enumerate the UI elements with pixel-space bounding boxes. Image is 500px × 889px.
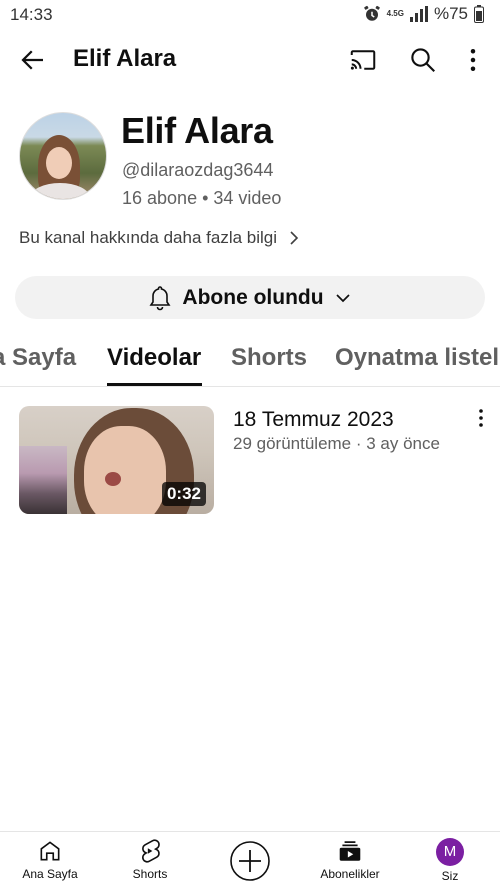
signal-icon xyxy=(409,6,428,22)
channel-stats: 16 abone • 34 video xyxy=(122,188,282,208)
battery-icon xyxy=(474,5,484,23)
nav-create[interactable] xyxy=(205,840,295,882)
user-avatar: M xyxy=(436,838,464,866)
home-icon xyxy=(40,841,60,861)
video-meta: 29 görüntüleme · 3 ay önce xyxy=(233,434,440,453)
chevron-right-icon xyxy=(290,231,299,245)
nav-home-label: Ana Sayfa xyxy=(22,867,78,881)
about-channel-link[interactable]: Bu kanal hakkında daha fazla bilgi xyxy=(19,228,301,248)
nav-subscriptions[interactable]: Abonelikler xyxy=(305,838,395,881)
about-channel-label: Bu kanal hakkında daha fazla bilgi xyxy=(19,228,278,247)
alarm-icon xyxy=(363,5,380,21)
bell-icon xyxy=(149,285,171,310)
channel-handle: @dilaraozdag3644 xyxy=(122,160,274,180)
nav-shorts[interactable]: Shorts xyxy=(105,838,195,881)
create-plus-icon xyxy=(230,841,270,881)
nav-shorts-label: Shorts xyxy=(132,867,168,881)
status-bar: 14:33 4.5G %75 xyxy=(0,0,500,32)
channel-avatar[interactable] xyxy=(19,112,107,200)
network-type: 4.5G xyxy=(386,9,404,18)
video-duration: 0:32 xyxy=(161,482,206,506)
channel-name: Elif Alara xyxy=(121,110,273,151)
search-icon[interactable] xyxy=(408,45,438,75)
status-time: 14:33 xyxy=(10,5,53,24)
nav-you[interactable]: M Siz xyxy=(405,838,495,883)
top-app-bar: Elif Alara xyxy=(0,32,500,88)
bottom-navigation: Ana Sayfa Shorts Abonelikler M Siz xyxy=(0,831,500,889)
video-more-icon[interactable] xyxy=(470,406,492,430)
tab-playlists[interactable]: Oynatma listeleri xyxy=(335,344,500,372)
nav-you-label: Siz xyxy=(441,869,459,883)
battery-level: %75 xyxy=(433,4,468,23)
tab-videos[interactable]: Videolar xyxy=(107,344,201,372)
shorts-icon xyxy=(142,839,160,863)
active-tab-indicator xyxy=(107,383,202,386)
cast-icon[interactable] xyxy=(348,45,378,75)
tab-home[interactable]: Ana Sayfa xyxy=(0,344,76,372)
video-thumbnail[interactable]: 0:32 xyxy=(19,406,214,514)
back-arrow-icon[interactable] xyxy=(18,45,48,75)
more-vert-icon[interactable] xyxy=(458,45,488,75)
subscriptions-icon xyxy=(339,841,361,861)
nav-home[interactable]: Ana Sayfa xyxy=(5,838,95,881)
subscribed-label: Abone olundu xyxy=(182,285,324,309)
subscribed-button[interactable]: Abone olundu xyxy=(15,276,485,319)
page-title: Elif Alara xyxy=(73,45,177,72)
chevron-down-icon xyxy=(335,293,350,302)
channel-tabs: Ana Sayfa Videolar Shorts Oynatma listel… xyxy=(0,331,500,387)
video-title[interactable]: 18 Temmuz 2023 xyxy=(233,408,394,432)
nav-subscriptions-label: Abonelikler xyxy=(320,867,380,881)
tab-shorts[interactable]: Shorts xyxy=(231,344,307,372)
